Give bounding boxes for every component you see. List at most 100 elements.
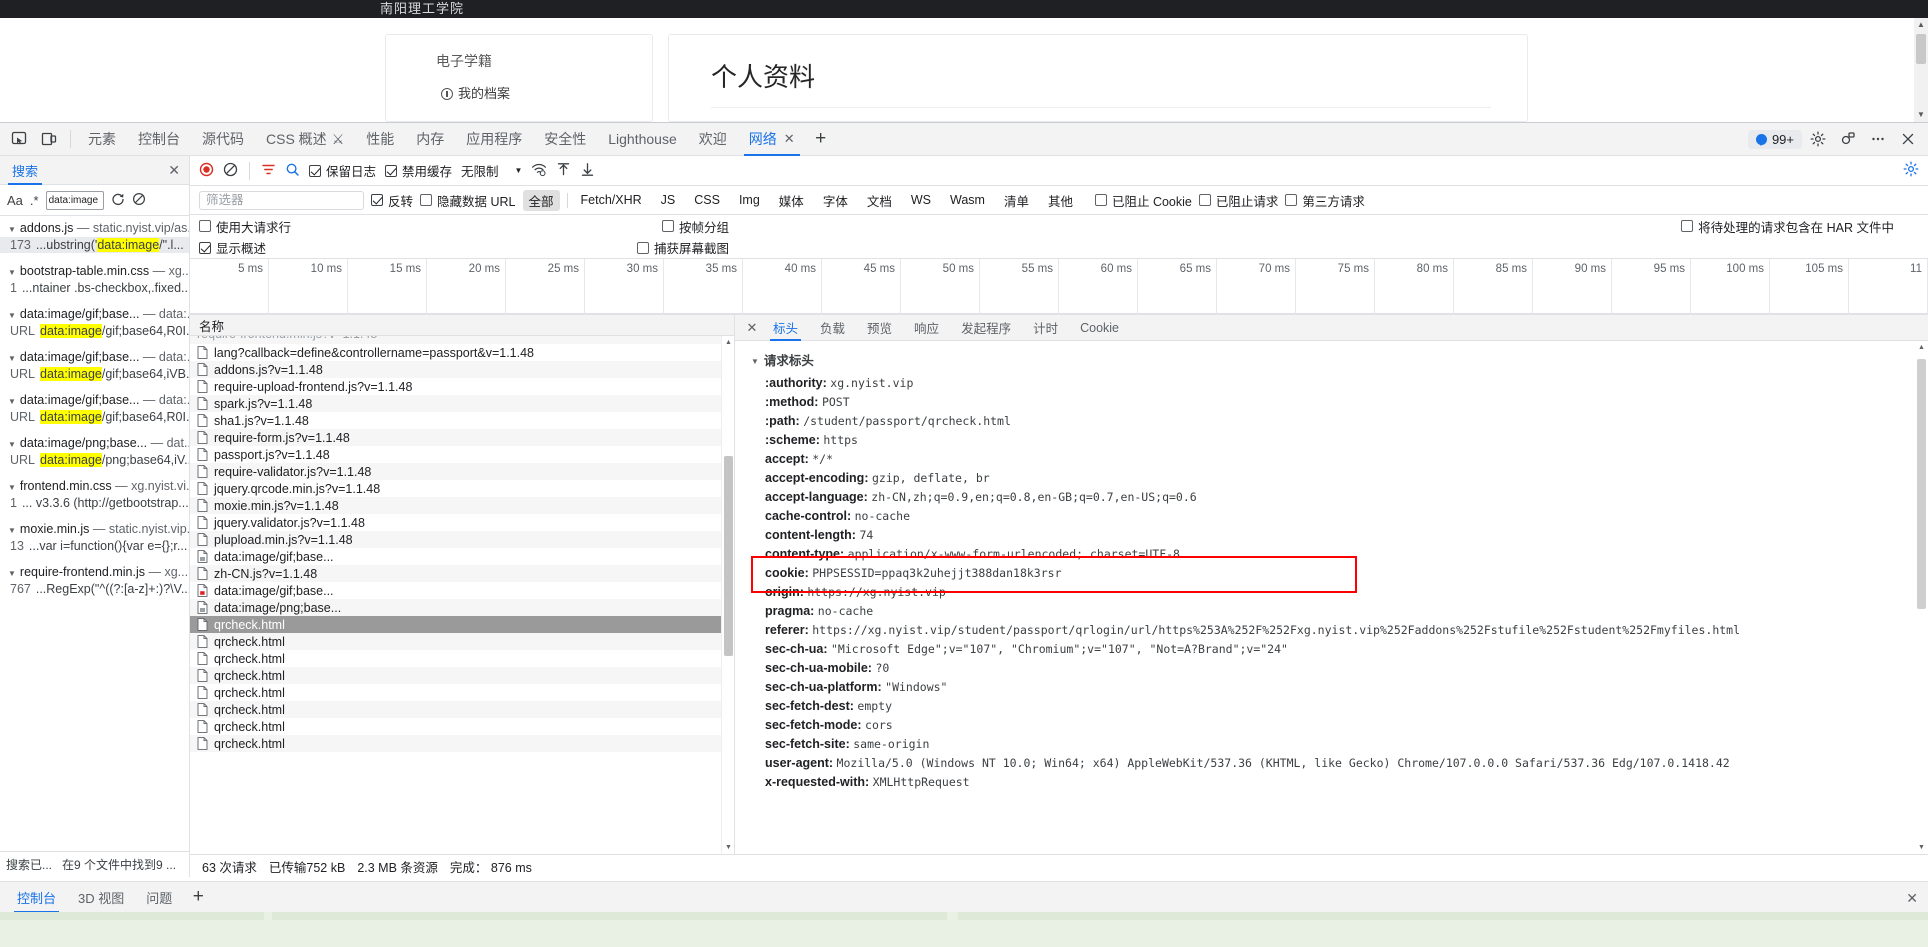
capture-har-checkbox[interactable]: 将待处理的请求包含在 HAR 文件中 [1681,217,1894,236]
filter-type-media[interactable]: 媒体 [773,190,810,211]
filter-type-font[interactable]: 字体 [817,190,854,211]
table-row[interactable]: spark.js?v=1.1.48 [190,395,734,412]
filter-type-other[interactable]: 其他 [1042,190,1079,211]
header-value[interactable]: /student/passport/qrcheck.html [803,414,1011,428]
table-row[interactable]: require-form.js?v=1.1.48 [190,429,734,446]
table-row[interactable]: require-frontend.min.js?v=1.1.48 [190,336,734,344]
refresh-icon[interactable] [111,192,125,209]
search-result-group[interactable]: ▼ require-frontend.min.js — xg.... [0,563,189,581]
filter-type-doc[interactable]: 文档 [861,190,898,211]
header-value[interactable]: "Microsoft Edge";v="107", "Chromium";v="… [831,642,1288,656]
search-result-group[interactable]: ▼ addons.js — static.nyist.vip/as... [0,219,189,237]
search-result-line[interactable]: 13 ...var i=function(){var e={};r... [0,538,189,554]
filter-type-js[interactable]: JS [655,192,682,208]
table-row[interactable]: zh-CN.js?v=1.1.48 [190,565,734,582]
scroll-down-icon[interactable]: ▼ [1915,841,1928,854]
capture-screenshots-checkbox[interactable]: 捕获屏幕截图 [637,238,729,257]
table-row[interactable]: passport.js?v=1.1.48 [190,446,734,463]
big-request-rows-checkbox[interactable]: 使用大请求行 [199,217,291,236]
scroll-thumb[interactable] [1916,34,1926,64]
table-row[interactable]: sha1.js?v=1.1.48 [190,412,734,429]
table-row[interactable]: jquery.validator.js?v=1.1.48 [190,514,734,531]
filter-type-ws[interactable]: WS [905,192,937,208]
network-overview[interactable]: 5 ms 10 ms 15 ms 20 ms 25 ms 30 ms 35 ms 40 ms 4… [190,259,1928,314]
header-value[interactable]: XMLHttpRequest [873,775,970,789]
table-row[interactable]: qrcheck.html [190,616,734,633]
search-result-group[interactable]: ▼data:image/gif;base... — data:... [0,348,189,366]
table-row[interactable]: jquery.qrcode.min.js?v=1.1.48 [190,480,734,497]
table-row[interactable]: qrcheck.html [190,650,734,667]
table-row[interactable]: require-validator.js?v=1.1.48 [190,463,734,480]
device-toolbar-icon[interactable] [34,125,64,153]
drawer-tab-issues[interactable]: 问题 [135,882,183,913]
tab-network[interactable]: 网络 ✕ [738,123,806,156]
filter-type-fetchxhr[interactable]: Fetch/XHR [575,192,648,208]
request-headers-section-title[interactable]: ▼ 请求标头 [735,347,1928,373]
header-value[interactable]: https [823,433,858,447]
header-value[interactable]: "Windows" [885,680,947,694]
search-result-group[interactable]: ▼data:image/png;base... — dat... [0,434,189,452]
search-result-group[interactable]: ▼ moxie.min.js — static.nyist.vip... [0,520,189,538]
request-list[interactable]: require-frontend.min.js?v=1.1.48 lang?cal… [190,336,734,854]
header-value[interactable]: zh-CN,zh;q=0.9,en;q=0.8,en-GB;q=0.7,en-U… [871,490,1196,504]
scroll-up-icon[interactable]: ▲ [1914,18,1928,32]
header-value[interactable]: xg.nyist.vip [830,376,913,390]
search-result-line[interactable]: 173 ...ubstring('data:image/".l... [0,237,189,253]
filter-type-manifest[interactable]: 清单 [998,190,1035,211]
scroll-down-icon[interactable]: ▼ [1914,108,1928,122]
more-icon[interactable] [1864,126,1892,152]
table-row[interactable]: moxie.min.js?v=1.1.48 [190,497,734,514]
devices-icon[interactable] [1834,126,1862,152]
table-row[interactable]: qrcheck.html [190,667,734,684]
request-headers-body[interactable]: ▼ 请求标头 :authority: xg.nyist.vip:method: P… [735,341,1928,854]
tab-application[interactable]: 应用程序 [455,123,533,156]
hide-data-urls-checkbox[interactable]: 隐藏数据 URL [420,191,516,210]
regex-toggle[interactable]: .* [30,193,39,208]
tab-initiator[interactable]: 发起程序 [950,315,1022,341]
search-result-line[interactable]: 1 ...ntainer .bs-checkbox,.fixed... [0,280,189,296]
tab-css-overview[interactable]: CSS 概述 ⚔ [255,123,355,156]
tab-search[interactable]: 搜索 [8,156,43,185]
site-sidebar-item-my-archive[interactable]: 我的档案 [441,83,510,102]
invert-checkbox[interactable]: 反转 [371,191,413,210]
scroll-up-icon[interactable]: ▲ [722,336,734,349]
inspect-element-icon[interactable] [4,125,34,153]
tab-sources[interactable]: 源代码 [191,123,255,156]
search-result-line[interactable]: URL data:image/gif;base64,R0I... [0,323,189,339]
header-value[interactable]: gzip, deflate, br [872,471,990,485]
drawer-add-tab-icon[interactable]: + [183,883,213,911]
header-value[interactable]: application/x-www-form-urlencoded; chars… [848,547,1180,561]
drawer-tab-3d-view[interactable]: 3D 视图 [67,882,135,913]
tab-security[interactable]: 安全性 [533,123,597,156]
header-value[interactable]: no-cache [855,509,910,523]
close-search-icon[interactable]: ✕ [168,162,180,179]
table-row[interactable]: data:image/gif;base... [190,582,734,599]
match-case-toggle[interactable]: Aa [7,193,23,208]
close-details-icon[interactable]: ✕ [742,320,762,336]
header-value[interactable]: 74 [859,528,873,542]
table-row[interactable]: require-upload-frontend.js?v=1.1.48 [190,378,734,395]
throttling-select[interactable]: 无限制 ▼ [461,161,522,180]
header-value[interactable]: no-cache [818,604,873,618]
search-result-line[interactable]: URL data:image/png;base64,iV... [0,452,189,468]
filter-input[interactable]: 筛选器 [199,190,364,210]
header-value[interactable]: empty [857,699,892,713]
search-results-list[interactable]: ▼ addons.js — static.nyist.vip/as... 173.… [0,216,189,851]
show-overview-checkbox[interactable]: 显示概述 [199,238,266,257]
header-value[interactable]: same-origin [853,737,929,751]
gear-icon[interactable] [1804,126,1832,152]
tab-payload[interactable]: 负载 [809,315,856,341]
tab-console[interactable]: 控制台 [127,123,191,156]
export-har-icon[interactable] [580,162,595,180]
header-value[interactable]: cors [865,718,893,732]
issues-badge[interactable]: 99+ [1747,129,1802,149]
scroll-up-icon[interactable]: ▲ [1915,341,1928,354]
tab-response[interactable]: 响应 [903,315,950,341]
third-party-checkbox[interactable]: 第三方请求 [1285,191,1365,210]
tab-timing[interactable]: 计时 [1022,315,1069,341]
table-row[interactable]: qrcheck.html [190,701,734,718]
clear-search-icon[interactable] [132,192,146,209]
network-settings-gear-icon[interactable] [1903,161,1919,180]
tab-elements[interactable]: 元素 [77,123,127,156]
drawer-tab-console[interactable]: 控制台 [6,882,67,913]
